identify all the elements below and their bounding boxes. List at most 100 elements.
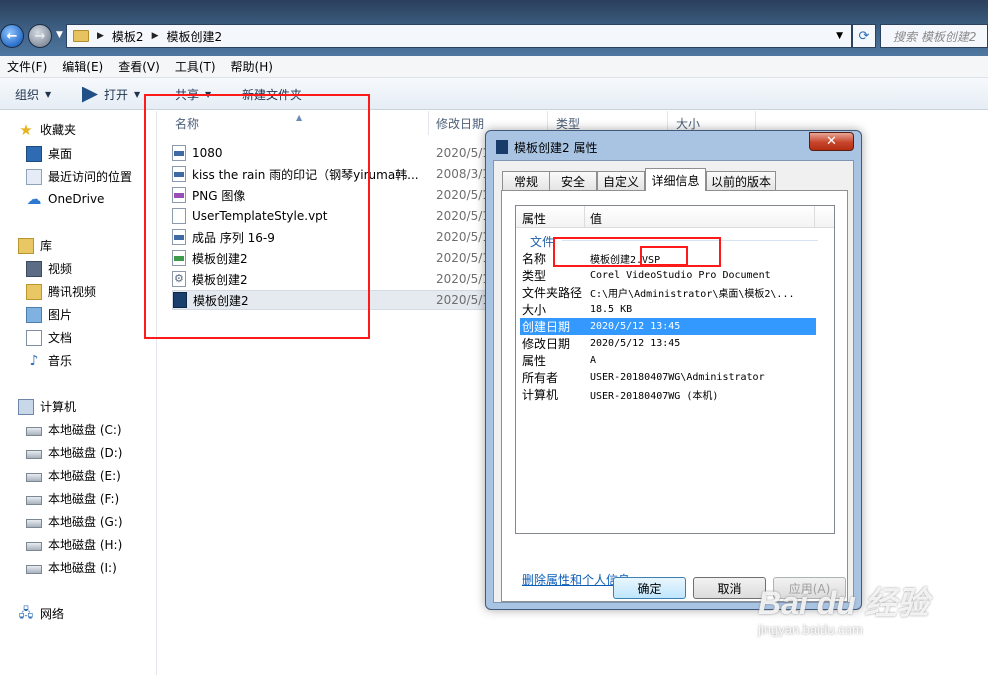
nav-drive-d[interactable]: 本地磁盘 (D:) [26, 444, 122, 461]
nav-desktop[interactable]: 桌面 [26, 145, 72, 162]
forward-button[interactable]: → [28, 24, 52, 48]
tab-security[interactable]: 安全 [549, 171, 597, 190]
file-date: 2020/5/1 [436, 188, 490, 202]
column-label: 类型 [556, 116, 581, 131]
nav-drive-f[interactable]: 本地磁盘 (F:) [26, 490, 119, 507]
tab-label: 自定义 [602, 174, 639, 189]
search-input[interactable]: 搜索 模板创建2 [880, 24, 988, 48]
tab-label: 以前的版本 [710, 174, 771, 189]
close-button[interactable]: ✕ [809, 132, 854, 151]
property-name: 大小 [522, 303, 547, 317]
tab-label: 常规 [513, 174, 538, 189]
folder-icon [26, 283, 42, 300]
ok-button[interactable]: 确定 [613, 577, 686, 599]
drive-icon [26, 496, 42, 505]
nav-drive-e[interactable]: 本地磁盘 (E:) [26, 467, 121, 484]
property-row[interactable]: 属性 A [520, 352, 816, 369]
column-label: 大小 [676, 116, 701, 131]
property-value: USER-20180407WG\Administrator [590, 372, 765, 383]
property-row[interactable]: 修改日期 2020/5/12 13:45 [520, 335, 816, 352]
property-row[interactable]: 大小 18.5 KB [520, 301, 816, 318]
tab-details[interactable]: 详细信息 [645, 168, 706, 191]
nav-label: 库 [40, 239, 53, 253]
chevron-right-icon[interactable]: ▶ [152, 31, 159, 41]
property-row-selected[interactable]: 创建日期 2020/5/12 13:45 [520, 318, 816, 335]
column-divider[interactable] [584, 206, 585, 228]
tab-previous-versions[interactable]: 以前的版本 [706, 171, 776, 190]
watermark-url: jingyan.baidu.com [758, 622, 863, 637]
nav-drive-c[interactable]: 本地磁盘 (C:) [26, 421, 122, 438]
nav-tencent-video[interactable]: 腾讯视频 [26, 283, 96, 300]
nav-drive-g[interactable]: 本地磁盘 (G:) [26, 513, 123, 530]
star-icon: ★ [19, 120, 33, 139]
group-label: 文件 [530, 235, 555, 249]
drive-icon [26, 565, 42, 574]
navigation-pane: ★ 收藏夹 桌面 最近访问的位置 ☁ OneDrive 库 视频 腾讯视频 图片 文… [0, 111, 157, 675]
menu-view[interactable]: 查看(V) [118, 58, 160, 75]
property-value: Corel VideoStudio Pro Document [590, 270, 771, 281]
button-label: 确定 [637, 581, 662, 596]
back-button[interactable]: ← [0, 24, 24, 48]
organize-button[interactable]: 组织 ▼ [15, 86, 51, 103]
nav-favorites[interactable]: ★ 收藏夹 [18, 121, 76, 138]
refresh-button[interactable]: ⟳ [852, 24, 876, 48]
library-icon [18, 237, 34, 254]
breadcrumb-item[interactable]: 模板2 [112, 28, 144, 45]
property-name: 属性 [522, 354, 547, 368]
nav-label: 网络 [40, 607, 65, 621]
column-label: 修改日期 [436, 116, 485, 131]
recent-pages-dropdown-icon[interactable]: ▼ [56, 30, 63, 40]
menu-help[interactable]: 帮助(H) [231, 58, 273, 75]
dialog-title: 模板创建2 属性 [514, 141, 598, 155]
drive-icon [26, 450, 42, 459]
nav-label: 最近访问的位置 [48, 170, 133, 184]
tab-general[interactable]: 常规 [502, 171, 550, 190]
address-field[interactable]: ▶ 模板2 ▶ 模板创建2 ▼ [66, 24, 852, 48]
nav-label: 本地磁盘 (D:) [48, 446, 123, 460]
property-value: 2020/5/12 13:45 [590, 321, 681, 332]
nav-computer[interactable]: 计算机 [18, 398, 76, 415]
nav-label: 计算机 [40, 400, 77, 414]
property-value: C:\用户\Administrator\桌面\模板2\... [590, 289, 795, 300]
nav-label: 本地磁盘 (H:) [48, 538, 123, 552]
nav-libraries[interactable]: 库 [18, 237, 52, 254]
nav-label: 文档 [48, 331, 73, 345]
tab-label: 详细信息 [651, 173, 700, 188]
menu-edit[interactable]: 编辑(E) [62, 58, 103, 75]
nav-onedrive[interactable]: ☁ OneDrive [26, 191, 105, 207]
property-row[interactable]: 计算机 USER-20180407WG (本机) [520, 386, 816, 403]
address-dropdown-icon[interactable]: ▼ [836, 31, 843, 41]
property-row[interactable]: 类型 Corel VideoStudio Pro Document [520, 267, 816, 284]
property-row[interactable]: 文件夹路径 C:\用户\Administrator\桌面\模板2\... [520, 284, 816, 301]
tab-custom[interactable]: 自定义 [597, 171, 645, 190]
nav-music[interactable]: ♪ 音乐 [26, 352, 72, 369]
nav-recent-places[interactable]: 最近访问的位置 [26, 168, 132, 185]
cancel-button[interactable]: 取消 [693, 577, 766, 599]
breadcrumb-item[interactable]: 模板创建2 [166, 28, 222, 45]
close-icon: ✕ [826, 134, 837, 149]
drive-icon [26, 542, 42, 551]
nav-pictures[interactable]: 图片 [26, 306, 72, 323]
menu-tools[interactable]: 工具(T) [175, 58, 216, 75]
nav-label: 腾讯视频 [48, 285, 97, 299]
videostudio-icon [496, 140, 508, 154]
nav-drive-i[interactable]: 本地磁盘 (I:) [26, 559, 117, 576]
nav-documents[interactable]: 文档 [26, 329, 72, 346]
property-row[interactable]: 所有者 USER-20180407WG\Administrator [520, 369, 816, 386]
nav-network[interactable]: 🖧 网络 [18, 605, 64, 622]
header-property[interactable]: 属性 [522, 210, 546, 227]
file-date: 2008/3/1 [436, 167, 490, 181]
organize-label: 组织 [15, 88, 40, 102]
refresh-icon: ⟳ [858, 28, 870, 44]
dialog-body: 常规 安全 自定义 详细信息 以前的版本 属性 值 文件 名称 模板创建2.VSP… [493, 160, 854, 603]
header-value[interactable]: 值 [590, 210, 602, 227]
chevron-right-icon[interactable]: ▶ [97, 31, 104, 41]
column-divider[interactable] [814, 206, 815, 228]
open-button[interactable]: 打开 ▼ [82, 86, 140, 103]
arrow-left-icon: ← [6, 28, 18, 44]
baidu-watermark: Bai du 经验 jingyan.baidu.com [758, 578, 929, 637]
nav-label: 桌面 [48, 147, 73, 161]
menu-file[interactable]: 文件(F) [7, 58, 47, 75]
nav-drive-h[interactable]: 本地磁盘 (H:) [26, 536, 122, 553]
nav-videos[interactable]: 视频 [26, 260, 72, 277]
